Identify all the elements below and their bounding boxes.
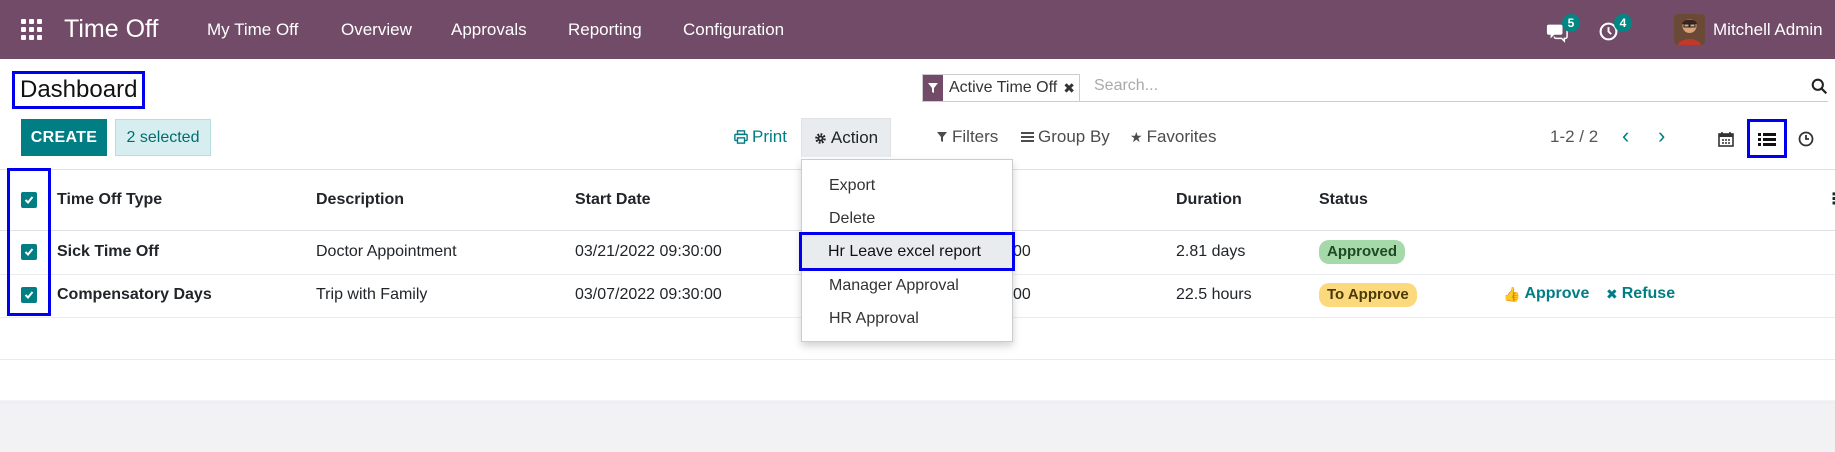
column-status[interactable]: Status bbox=[1319, 190, 1368, 210]
cell-type: Compensatory Days bbox=[57, 286, 212, 303]
column-duration[interactable]: Duration bbox=[1176, 190, 1242, 210]
messages-count-badge: 5 bbox=[1562, 14, 1580, 32]
print-label: Print bbox=[752, 127, 787, 146]
status-badge: To Approve bbox=[1319, 283, 1417, 307]
column-start-date[interactable]: Start Date bbox=[575, 190, 651, 210]
cell-start-date: 03/07/2022 09:30:00 bbox=[575, 286, 722, 303]
favorites-button[interactable]: ★ Favorites bbox=[1130, 127, 1216, 147]
menu-item-hr-approval[interactable]: HR Approval bbox=[803, 302, 1011, 335]
list-view-icon[interactable] bbox=[1747, 119, 1787, 158]
messages-button[interactable]: 5 bbox=[1546, 14, 1580, 43]
filters-label: Filters bbox=[952, 127, 999, 146]
page-title: Dashboard bbox=[11, 71, 146, 109]
create-button[interactable]: CREATE bbox=[21, 119, 107, 156]
action-label: Action bbox=[830, 128, 879, 147]
cell-type: Sick Time Off bbox=[57, 243, 159, 260]
activities-button[interactable]: 4 bbox=[1598, 14, 1632, 43]
menu-item-manager-approval[interactable]: Manager Approval bbox=[803, 269, 1011, 302]
cell-end-date: 00 bbox=[1013, 243, 1031, 260]
group-by-label: Group By bbox=[1038, 127, 1110, 146]
cell-duration: 22.5 hours bbox=[1176, 286, 1252, 303]
favorites-label: Favorites bbox=[1146, 127, 1217, 146]
cell-description: Trip with Family bbox=[316, 286, 428, 303]
approve-label: Approve bbox=[1524, 285, 1590, 302]
menu-item-export[interactable]: Export bbox=[803, 169, 1011, 202]
control-panel: Dashboard Active Time Off ✖ Search... CR… bbox=[0, 59, 1835, 170]
app-title[interactable]: Time Off bbox=[64, 12, 158, 46]
thumbs-up-icon: 👍 bbox=[1503, 285, 1521, 302]
calendar-view-icon[interactable] bbox=[1709, 122, 1743, 155]
search-input[interactable]: Search... bbox=[1094, 77, 1158, 95]
checkbox-column-highlight bbox=[7, 168, 51, 316]
apps-menu-icon[interactable] bbox=[21, 19, 43, 41]
selected-count: 2 selected bbox=[115, 119, 211, 156]
search-icon[interactable] bbox=[1811, 78, 1828, 95]
optional-columns-icon[interactable]: ⋮ bbox=[1826, 190, 1835, 210]
refuse-button[interactable]: ✖ Refuse bbox=[1606, 285, 1675, 303]
search-facet: Active Time Off ✖ bbox=[922, 74, 1080, 102]
menu-approvals[interactable]: Approvals bbox=[451, 19, 527, 41]
menu-overview[interactable]: Overview bbox=[341, 19, 412, 41]
menu-configuration[interactable]: Configuration bbox=[683, 19, 784, 41]
remove-facet-icon[interactable]: ✖ bbox=[1063, 80, 1079, 97]
activities-count-badge: 4 bbox=[1614, 14, 1632, 32]
cell-duration: 2.81 days bbox=[1176, 243, 1246, 260]
search-bar[interactable]: Active Time Off ✖ Search... bbox=[922, 73, 1828, 102]
facet-value: Active Time Off bbox=[949, 79, 1058, 96]
empty-row bbox=[0, 360, 1835, 403]
column-description[interactable]: Description bbox=[316, 190, 404, 210]
cell-end-date: 00 bbox=[1013, 286, 1031, 303]
refuse-label: Refuse bbox=[1621, 285, 1676, 302]
user-menu[interactable]: Mitchell Admin bbox=[1713, 19, 1823, 41]
pager-value[interactable]: 1-2 / 2 bbox=[1550, 127, 1598, 147]
close-icon: ✖ bbox=[1606, 285, 1618, 302]
cell-description: Doctor Appointment bbox=[316, 243, 457, 260]
gear-icon bbox=[815, 132, 826, 144]
action-button[interactable]: Action bbox=[801, 118, 891, 157]
avatar[interactable] bbox=[1674, 14, 1705, 45]
status-badge: Approved bbox=[1319, 240, 1406, 264]
top-navbar: Time Off My Time Off Overview Approvals … bbox=[0, 0, 1835, 59]
bars-icon bbox=[1021, 132, 1034, 142]
approve-button[interactable]: 👍 Approve bbox=[1503, 285, 1589, 303]
column-time-off-type[interactable]: Time Off Type bbox=[57, 190, 162, 210]
pager-previous-icon[interactable]: ‹ bbox=[1622, 125, 1629, 147]
menu-my-time-off[interactable]: My Time Off bbox=[207, 19, 298, 41]
filter-icon bbox=[923, 75, 943, 101]
action-dropdown-menu: Export Delete Hr Leave excel report Mana… bbox=[799, 159, 1015, 342]
star-icon: ★ bbox=[1130, 128, 1143, 145]
activity-view-icon[interactable] bbox=[1789, 122, 1823, 155]
menu-item-hr-leave-excel-report[interactable]: Hr Leave excel report bbox=[799, 232, 1015, 271]
menu-reporting[interactable]: Reporting bbox=[568, 19, 642, 41]
printer-icon bbox=[734, 130, 748, 144]
cell-start-date: 03/21/2022 09:30:00 bbox=[575, 243, 722, 260]
print-button[interactable]: Print bbox=[734, 127, 787, 147]
filter-icon bbox=[937, 132, 947, 142]
group-by-button[interactable]: Group By bbox=[1021, 127, 1110, 147]
filters-button[interactable]: Filters bbox=[936, 127, 998, 147]
pager-next-icon[interactable]: › bbox=[1658, 125, 1665, 147]
menu-item-delete[interactable]: Delete bbox=[803, 202, 1011, 235]
